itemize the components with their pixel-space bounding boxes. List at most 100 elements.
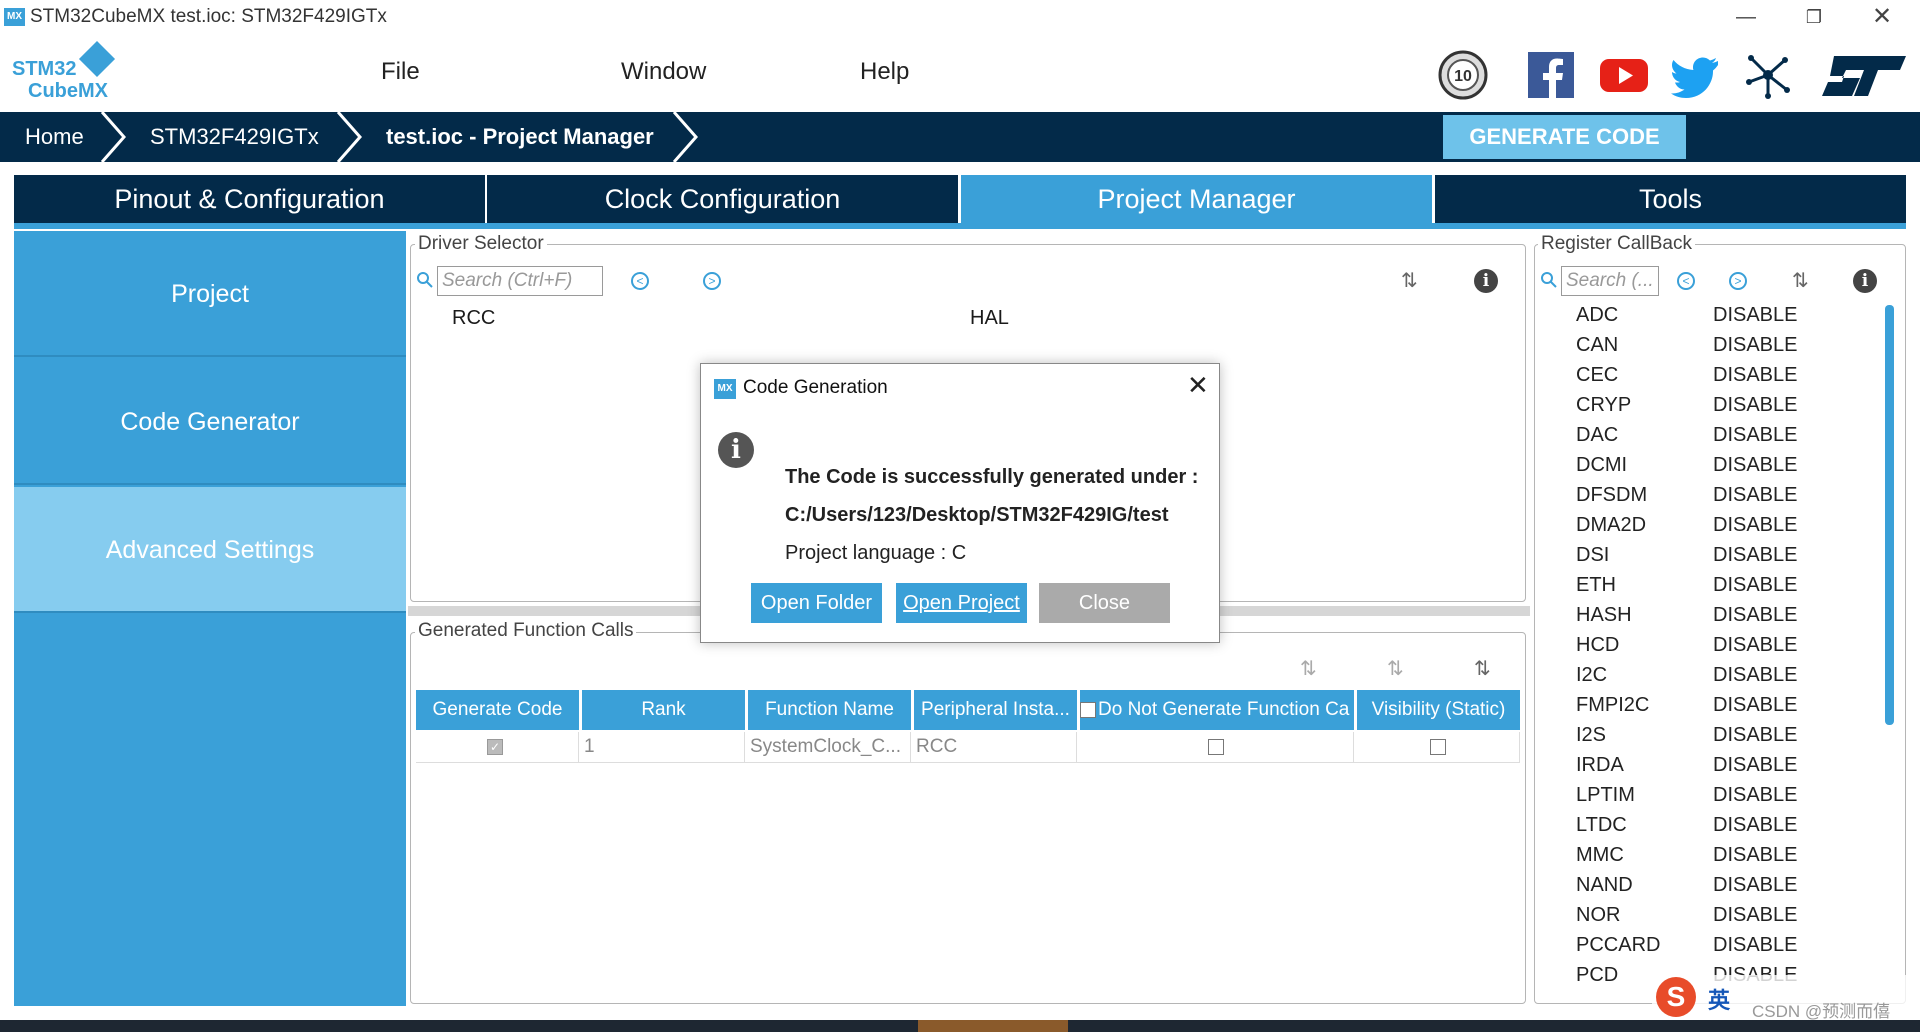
youtube-icon[interactable] [1599, 50, 1649, 100]
sort-az-icon[interactable]: ⇅ [1474, 656, 1491, 681]
crumb-home[interactable]: Home [25, 124, 84, 150]
list-item[interactable]: CEC DISABLE [1576, 364, 1896, 394]
reg-value[interactable]: DISABLE [1713, 814, 1797, 837]
list-item[interactable]: PCCARD DISABLE [1576, 934, 1896, 964]
restore-button[interactable]: ❐ [1784, 0, 1844, 34]
st-logo-icon[interactable] [1820, 50, 1908, 100]
list-item[interactable]: IRDA DISABLE [1576, 754, 1896, 784]
reg-value[interactable]: DISABLE [1713, 454, 1797, 477]
reg-value[interactable]: DISABLE [1713, 544, 1797, 567]
list-item[interactable]: NOR DISABLE [1576, 904, 1896, 934]
list-item[interactable]: NAND DISABLE [1576, 874, 1896, 904]
next-icon[interactable]: > [703, 272, 721, 290]
tab-pinout-configuration[interactable]: Pinout & Configuration [14, 175, 485, 223]
list-item[interactable]: I2S DISABLE [1576, 724, 1896, 754]
list-item[interactable]: FMPI2C DISABLE [1576, 694, 1896, 724]
reg-value[interactable]: DISABLE [1713, 724, 1797, 747]
menu-help[interactable]: Help [860, 58, 909, 86]
sidebar-item-code-generator[interactable]: Code Generator [14, 359, 406, 485]
move-down-icon[interactable]: ⇅ [1387, 656, 1404, 681]
reg-value[interactable]: DISABLE [1713, 484, 1797, 507]
list-item[interactable]: HASH DISABLE [1576, 604, 1896, 634]
col-generate-code[interactable]: Generate Code [416, 690, 579, 730]
col-peripheral-instance[interactable]: Peripheral Insta... [914, 690, 1077, 730]
reg-value[interactable]: DISABLE [1713, 934, 1797, 957]
menu-file[interactable]: File [381, 58, 420, 86]
list-item[interactable]: LPTIM DISABLE [1576, 784, 1896, 814]
driver-search-input[interactable]: Search (Ctrl+F) [437, 266, 603, 296]
app-icon: MX [4, 8, 25, 26]
reg-value[interactable]: DISABLE [1713, 574, 1797, 597]
list-item[interactable]: ETH DISABLE [1576, 574, 1896, 604]
minimize-button[interactable]: — [1716, 0, 1776, 34]
tab-tools[interactable]: Tools [1435, 175, 1906, 223]
reg-value[interactable]: DISABLE [1713, 664, 1797, 687]
reg-value[interactable]: DISABLE [1713, 754, 1797, 777]
close-button[interactable]: Close [1039, 583, 1170, 623]
ime-mode[interactable]: 英 [1708, 983, 1730, 1015]
anniversary-10-icon[interactable]: 10 [1438, 50, 1488, 100]
list-item[interactable]: MMC DISABLE [1576, 844, 1896, 874]
list-item[interactable]: DMA2D DISABLE [1576, 514, 1896, 544]
close-icon[interactable]: ✕ [1187, 370, 1209, 401]
open-project-button[interactable]: Open Project [896, 583, 1027, 623]
close-window-button[interactable]: ✕ [1852, 0, 1912, 34]
reg-value[interactable]: DISABLE [1713, 514, 1797, 537]
generate-code-button[interactable]: GENERATE CODE [1443, 115, 1686, 159]
list-item[interactable]: DSI DISABLE [1576, 544, 1896, 574]
facebook-icon[interactable] [1526, 50, 1576, 100]
reg-value[interactable]: DISABLE [1713, 424, 1797, 447]
sort-az-icon[interactable]: ⇅ [1792, 268, 1809, 293]
sogou-logo-icon[interactable]: S [1656, 977, 1696, 1017]
previous-icon[interactable]: < [631, 272, 649, 290]
tab-clock-configuration[interactable]: Clock Configuration [487, 175, 958, 223]
list-item[interactable]: CRYP DISABLE [1576, 394, 1896, 424]
menu-window[interactable]: Window [621, 58, 706, 86]
network-icon[interactable] [1743, 50, 1793, 100]
list-item[interactable]: DCMI DISABLE [1576, 454, 1896, 484]
twitter-icon[interactable] [1671, 50, 1721, 100]
reg-value[interactable]: DISABLE [1713, 364, 1797, 387]
reg-value[interactable]: DISABLE [1713, 604, 1797, 627]
col-rank[interactable]: Rank [582, 690, 745, 730]
reg-value[interactable]: DISABLE [1713, 844, 1797, 867]
list-item[interactable]: HCD DISABLE [1576, 634, 1896, 664]
reg-value[interactable]: DISABLE [1713, 904, 1797, 927]
list-item[interactable]: LTDC DISABLE [1576, 814, 1896, 844]
info-icon[interactable]: i [1853, 269, 1877, 293]
list-item[interactable]: CAN DISABLE [1576, 334, 1896, 364]
crumb-mcu[interactable]: STM32F429IGTx [150, 124, 319, 150]
reg-value[interactable]: DISABLE [1713, 694, 1797, 717]
reg-value[interactable]: DISABLE [1713, 394, 1797, 417]
static-checkbox[interactable] [1430, 739, 1446, 755]
tab-project-manager[interactable]: Project Manager [961, 175, 1432, 223]
crumb-project-manager[interactable]: test.ioc - Project Manager [386, 124, 654, 150]
reg-value[interactable]: DISABLE [1713, 784, 1797, 807]
generate-checkbox[interactable]: ✓ [487, 739, 503, 755]
sidebar-item-project[interactable]: Project [14, 231, 406, 357]
list-item[interactable]: I2C DISABLE [1576, 664, 1896, 694]
open-folder-button[interactable]: Open Folder [751, 583, 882, 623]
col-function-name[interactable]: Function Name [748, 690, 911, 730]
reg-value[interactable]: DISABLE [1713, 334, 1797, 357]
taskbar-app[interactable] [918, 1020, 1068, 1032]
list-item[interactable]: ADC DISABLE [1576, 304, 1896, 334]
driver-row-driver[interactable]: HAL [970, 307, 1009, 330]
reg-value[interactable]: DISABLE [1713, 634, 1797, 657]
register-search-input[interactable]: Search (... [1561, 266, 1659, 296]
reg-value[interactable]: DISABLE [1713, 874, 1797, 897]
list-item[interactable]: DAC DISABLE [1576, 424, 1896, 454]
col-do-not-generate[interactable]: Do Not Generate Function Ca [1080, 690, 1354, 730]
col-visibility-static[interactable]: Visibility (Static) [1357, 690, 1520, 730]
info-icon[interactable]: i [1474, 269, 1498, 293]
sort-az-icon[interactable]: ⇅ [1401, 268, 1418, 293]
list-item[interactable]: DFSDM DISABLE [1576, 484, 1896, 514]
sidebar-item-advanced-settings[interactable]: Advanced Settings [14, 487, 406, 613]
reg-value[interactable]: DISABLE [1713, 304, 1797, 327]
no-generate-checkbox[interactable] [1208, 739, 1224, 755]
move-up-icon[interactable]: ⇅ [1300, 656, 1317, 681]
next-icon[interactable]: > [1729, 272, 1747, 290]
previous-icon[interactable]: < [1677, 272, 1695, 290]
header-checkbox[interactable] [1080, 702, 1096, 718]
chevron-right-icon [672, 112, 698, 162]
